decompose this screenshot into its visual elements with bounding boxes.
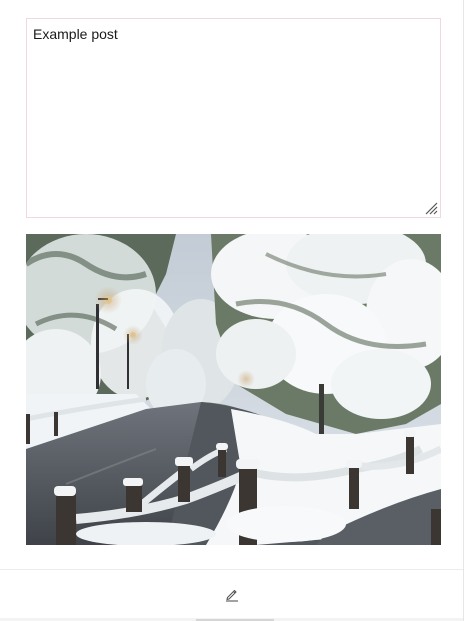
attached-photo: [26, 234, 441, 545]
post-text-input[interactable]: Example post: [26, 18, 441, 218]
edit-button[interactable]: [220, 582, 244, 606]
resize-handle-icon[interactable]: [424, 201, 438, 215]
post-editor: Example post: [0, 0, 464, 621]
pencil-icon: [226, 589, 238, 602]
footer-divider: [0, 569, 463, 570]
snowy-park-photo-icon: [26, 234, 441, 545]
